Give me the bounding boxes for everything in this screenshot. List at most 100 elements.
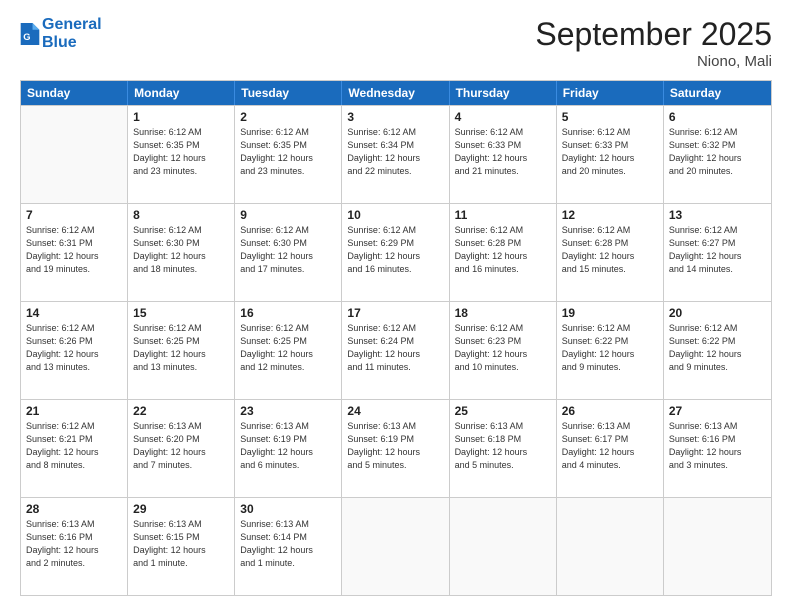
- cal-cell: 16Sunrise: 6:12 AM Sunset: 6:25 PM Dayli…: [235, 302, 342, 399]
- calendar-header: SundayMondayTuesdayWednesdayThursdayFrid…: [21, 81, 771, 105]
- cal-cell: [21, 106, 128, 203]
- cell-day-number: 11: [455, 208, 551, 222]
- cell-day-number: 24: [347, 404, 443, 418]
- cal-cell: 26 Sunrise: 6:13 AM Sunset: 6:17 PM Dayli…: [557, 400, 664, 497]
- cal-cell: 23Sunrise: 6:13 AM Sunset: 6:19 PM Dayli…: [235, 400, 342, 497]
- cal-cell: [342, 498, 449, 595]
- header-day-saturday: Saturday: [664, 81, 771, 105]
- cal-row-4: 28 Sunrise: 6:13 AM Sunset: 6:16 PM Dayli…: [21, 497, 771, 595]
- title-block: September 2025 Niono, Mali: [535, 16, 772, 70]
- cell-info: Sunrise: 6:13 AM Sunset: 6:19 PM Dayligh…: [347, 420, 443, 472]
- cell-info: Sunrise: 6:12 AM Sunset: 6:25 PM Dayligh…: [133, 322, 229, 374]
- cell-info: Sunrise: 6:12 AM Sunset: 6:32 PM Dayligh…: [669, 126, 766, 178]
- cell-day-number: 20: [669, 306, 766, 320]
- logo-icon: G: [20, 23, 40, 45]
- cell-info: Sunrise: 6:12 AM Sunset: 6:24 PM Dayligh…: [347, 322, 443, 374]
- cal-cell: 29 Sunrise: 6:13 AM Sunset: 6:15 PM Dayli…: [128, 498, 235, 595]
- logo: G General Blue: [20, 16, 102, 51]
- cal-cell: 7 Sunrise: 6:12 AM Sunset: 6:31 PM Daylig…: [21, 204, 128, 301]
- svg-text:G: G: [23, 32, 30, 42]
- header-day-sunday: Sunday: [21, 81, 128, 105]
- cal-cell: 8Sunrise: 6:12 AM Sunset: 6:30 PM Daylig…: [128, 204, 235, 301]
- cell-day-number: 28: [26, 502, 122, 516]
- cell-info: Sunrise: 6:12 AM Sunset: 6:29 PM Dayligh…: [347, 224, 443, 276]
- cell-info: Sunrise: 6:13 AM Sunset: 6:18 PM Dayligh…: [455, 420, 551, 472]
- header-day-wednesday: Wednesday: [342, 81, 449, 105]
- cell-day-number: 5: [562, 110, 658, 124]
- calendar: SundayMondayTuesdayWednesdayThursdayFrid…: [20, 80, 772, 596]
- cell-day-number: 30: [240, 502, 336, 516]
- cal-cell: 19 Sunrise: 6:12 AM Sunset: 6:22 PM Dayli…: [557, 302, 664, 399]
- cal-row-0: 1 Sunrise: 6:12 AM Sunset: 6:35 PM Daylig…: [21, 105, 771, 203]
- cell-day-number: 18: [455, 306, 551, 320]
- cell-info: Sunrise: 6:12 AM Sunset: 6:35 PM Dayligh…: [133, 126, 229, 178]
- cell-day-number: 15: [133, 306, 229, 320]
- cell-day-number: 2: [240, 110, 336, 124]
- header: G General Blue September 2025 Niono, Mal…: [20, 16, 772, 70]
- cell-info: Sunrise: 6:12 AM Sunset: 6:27 PM Dayligh…: [669, 224, 766, 276]
- cal-cell: 11 Sunrise: 6:12 AM Sunset: 6:28 PM Dayli…: [450, 204, 557, 301]
- location: Niono, Mali: [535, 53, 772, 70]
- cal-cell: 14 Sunrise: 6:12 AM Sunset: 6:26 PM Dayli…: [21, 302, 128, 399]
- cell-day-number: 4: [455, 110, 551, 124]
- cell-info: Sunrise: 6:12 AM Sunset: 6:28 PM Dayligh…: [562, 224, 658, 276]
- cell-info: Sunrise: 6:12 AM Sunset: 6:30 PM Dayligh…: [240, 224, 336, 276]
- cal-cell: 12 Sunrise: 6:12 AM Sunset: 6:28 PM Dayli…: [557, 204, 664, 301]
- cell-info: Sunrise: 6:12 AM Sunset: 6:31 PM Dayligh…: [26, 224, 122, 276]
- cal-cell: 5 Sunrise: 6:12 AM Sunset: 6:33 PM Daylig…: [557, 106, 664, 203]
- cell-day-number: 27: [669, 404, 766, 418]
- cell-info: Sunrise: 6:12 AM Sunset: 6:30 PM Dayligh…: [133, 224, 229, 276]
- cal-cell: 15 Sunrise: 6:12 AM Sunset: 6:25 PM Dayli…: [128, 302, 235, 399]
- cell-info: Sunrise: 6:12 AM Sunset: 6:22 PM Dayligh…: [562, 322, 658, 374]
- cell-info: Sunrise: 6:12 AM Sunset: 6:33 PM Dayligh…: [455, 126, 551, 178]
- cal-row-3: 21Sunrise: 6:12 AM Sunset: 6:21 PM Dayli…: [21, 399, 771, 497]
- cell-day-number: 21: [26, 404, 122, 418]
- cell-info: Sunrise: 6:13 AM Sunset: 6:16 PM Dayligh…: [26, 518, 122, 570]
- cell-day-number: 25: [455, 404, 551, 418]
- cal-cell: 4 Sunrise: 6:12 AM Sunset: 6:33 PM Daylig…: [450, 106, 557, 203]
- cal-cell: 22Sunrise: 6:13 AM Sunset: 6:20 PM Dayli…: [128, 400, 235, 497]
- header-day-monday: Monday: [128, 81, 235, 105]
- cell-info: Sunrise: 6:13 AM Sunset: 6:20 PM Dayligh…: [133, 420, 229, 472]
- cal-cell: 1 Sunrise: 6:12 AM Sunset: 6:35 PM Daylig…: [128, 106, 235, 203]
- calendar-body: 1 Sunrise: 6:12 AM Sunset: 6:35 PM Daylig…: [21, 105, 771, 595]
- cell-info: Sunrise: 6:12 AM Sunset: 6:28 PM Dayligh…: [455, 224, 551, 276]
- cal-cell: 9 Sunrise: 6:12 AM Sunset: 6:30 PM Daylig…: [235, 204, 342, 301]
- cal-cell: 21Sunrise: 6:12 AM Sunset: 6:21 PM Dayli…: [21, 400, 128, 497]
- cell-day-number: 6: [669, 110, 766, 124]
- cell-info: Sunrise: 6:13 AM Sunset: 6:17 PM Dayligh…: [562, 420, 658, 472]
- cell-day-number: 14: [26, 306, 122, 320]
- cal-cell: [664, 498, 771, 595]
- cal-row-2: 14 Sunrise: 6:12 AM Sunset: 6:26 PM Dayli…: [21, 301, 771, 399]
- cell-info: Sunrise: 6:12 AM Sunset: 6:25 PM Dayligh…: [240, 322, 336, 374]
- cell-day-number: 19: [562, 306, 658, 320]
- cell-day-number: 3: [347, 110, 443, 124]
- cell-info: Sunrise: 6:12 AM Sunset: 6:34 PM Dayligh…: [347, 126, 443, 178]
- logo-text: General Blue: [42, 16, 102, 51]
- cell-day-number: 9: [240, 208, 336, 222]
- page: G General Blue September 2025 Niono, Mal…: [0, 0, 792, 612]
- cell-day-number: 12: [562, 208, 658, 222]
- cal-cell: 25 Sunrise: 6:13 AM Sunset: 6:18 PM Dayli…: [450, 400, 557, 497]
- cell-day-number: 29: [133, 502, 229, 516]
- cell-info: Sunrise: 6:12 AM Sunset: 6:22 PM Dayligh…: [669, 322, 766, 374]
- cell-day-number: 26: [562, 404, 658, 418]
- cell-info: Sunrise: 6:12 AM Sunset: 6:26 PM Dayligh…: [26, 322, 122, 374]
- cal-cell: 20 Sunrise: 6:12 AM Sunset: 6:22 PM Dayli…: [664, 302, 771, 399]
- cal-cell: 30 Sunrise: 6:13 AM Sunset: 6:14 PM Dayli…: [235, 498, 342, 595]
- cell-info: Sunrise: 6:13 AM Sunset: 6:16 PM Dayligh…: [669, 420, 766, 472]
- header-day-thursday: Thursday: [450, 81, 557, 105]
- cell-day-number: 7: [26, 208, 122, 222]
- cell-day-number: 1: [133, 110, 229, 124]
- cell-info: Sunrise: 6:12 AM Sunset: 6:33 PM Dayligh…: [562, 126, 658, 178]
- cal-cell: 10Sunrise: 6:12 AM Sunset: 6:29 PM Dayli…: [342, 204, 449, 301]
- cal-cell: 2Sunrise: 6:12 AM Sunset: 6:35 PM Daylig…: [235, 106, 342, 203]
- header-day-friday: Friday: [557, 81, 664, 105]
- cal-cell: 18Sunrise: 6:12 AM Sunset: 6:23 PM Dayli…: [450, 302, 557, 399]
- cell-day-number: 13: [669, 208, 766, 222]
- cal-cell: [450, 498, 557, 595]
- cell-info: Sunrise: 6:13 AM Sunset: 6:15 PM Dayligh…: [133, 518, 229, 570]
- header-day-tuesday: Tuesday: [235, 81, 342, 105]
- cell-info: Sunrise: 6:13 AM Sunset: 6:14 PM Dayligh…: [240, 518, 336, 570]
- cal-cell: 6 Sunrise: 6:12 AM Sunset: 6:32 PM Daylig…: [664, 106, 771, 203]
